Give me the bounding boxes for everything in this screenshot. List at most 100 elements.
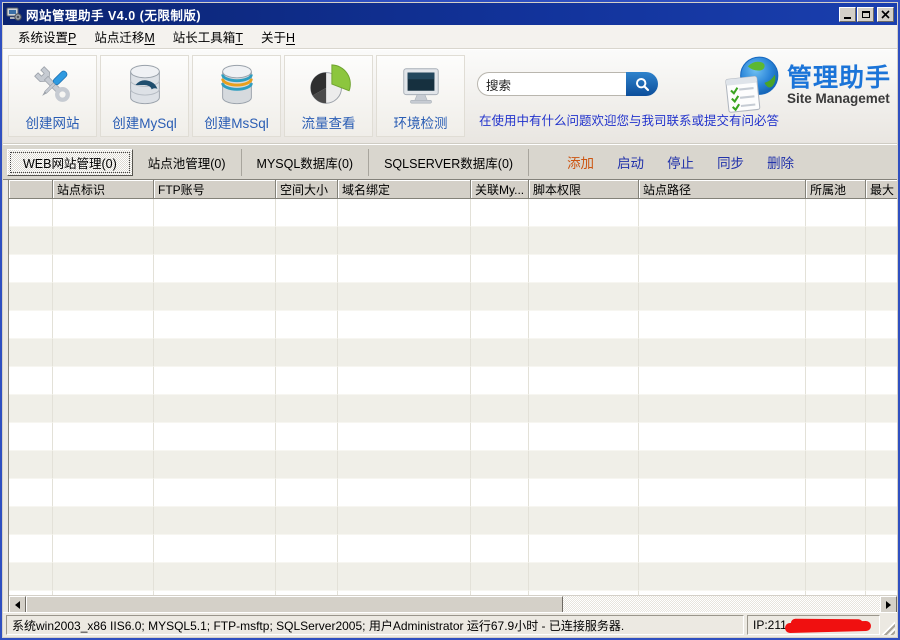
table-cell: [154, 507, 276, 535]
menu-system-settings[interactable]: 系统设置P: [9, 24, 85, 49]
table-cell: [53, 199, 154, 227]
table-cell: [806, 311, 866, 339]
scroll-left-button[interactable]: [9, 596, 26, 612]
tab-web-sites[interactable]: WEB网站管理(0): [7, 149, 133, 176]
table-row[interactable]: [9, 507, 897, 535]
minimize-button[interactable]: [839, 7, 856, 22]
column-header[interactable]: FTP账号: [154, 180, 276, 199]
site-table: 站点标识FTP账号空间大小域名绑定关联My...脚本权限站点路径所属池最大: [8, 180, 897, 612]
table-cell: [639, 451, 806, 479]
table-row[interactable]: [9, 395, 897, 423]
table-cell: [338, 507, 471, 535]
table-cell: [806, 479, 866, 507]
maximize-button[interactable]: [857, 7, 874, 22]
table-row[interactable]: [9, 283, 897, 311]
action-links: 添加 启动 停止 同步 删除: [567, 152, 817, 172]
window-title: 网站管理助手 V4.0 (无限制版): [26, 5, 838, 24]
table-cell: [154, 395, 276, 423]
table-cell: [529, 535, 639, 563]
table-cell: [806, 199, 866, 227]
table-cell: [276, 255, 338, 283]
column-header[interactable]: 关联My...: [471, 180, 529, 199]
tab-mysql-db[interactable]: MYSQL数据库(0): [242, 149, 370, 176]
table-row[interactable]: [9, 367, 897, 395]
tab-sqlserver-db[interactable]: SQLSERVER数据库(0): [369, 149, 529, 176]
table-cell: [639, 367, 806, 395]
scroll-right-button[interactable]: [880, 596, 897, 612]
table-cell: [471, 479, 529, 507]
scrollbar-track[interactable]: [563, 596, 880, 612]
table-row[interactable]: [9, 535, 897, 563]
status-bar: 系统win2003_x86 IIS6.0; MYSQL5.1; FTP-msft…: [3, 612, 897, 637]
column-header[interactable]: 域名绑定: [338, 180, 471, 199]
table-cell: [154, 535, 276, 563]
table-cell: [866, 367, 897, 395]
table-cell: [639, 255, 806, 283]
menu-site-migration[interactable]: 站点迁移M: [85, 24, 163, 49]
table-cell: [9, 311, 53, 339]
table-cell: [338, 395, 471, 423]
close-button[interactable]: [877, 7, 894, 22]
brand-logo: 管理助手 Site Managemet: [721, 54, 891, 116]
scrollbar-thumb[interactable]: [26, 596, 563, 612]
minimize-icon: [844, 17, 851, 19]
column-header[interactable]: 最大: [866, 180, 897, 199]
table-row[interactable]: [9, 423, 897, 451]
table-row[interactable]: [9, 339, 897, 367]
table-cell: [154, 479, 276, 507]
table-cell: [639, 535, 806, 563]
menu-about[interactable]: 关于H: [252, 24, 304, 49]
column-header[interactable]: 空间大小: [276, 180, 338, 199]
sync-button[interactable]: 同步: [717, 152, 744, 172]
logo-subtitle: Site Managemet: [787, 91, 891, 106]
table-cell: [866, 451, 897, 479]
traffic-view-button[interactable]: 流量查看: [284, 55, 373, 137]
column-header[interactable]: 站点路径: [639, 180, 806, 199]
column-header[interactable]: 脚本权限: [529, 180, 639, 199]
table-cell: [471, 563, 529, 591]
column-header[interactable]: 站点标识: [53, 180, 154, 199]
table-cell: [9, 507, 53, 535]
table-cell: [9, 563, 53, 591]
table-cell: [276, 311, 338, 339]
table-row[interactable]: [9, 255, 897, 283]
table-row[interactable]: [9, 563, 897, 591]
add-button[interactable]: 添加: [567, 152, 594, 172]
horizontal-scrollbar[interactable]: [9, 595, 897, 612]
create-website-button[interactable]: 创建网站: [8, 55, 97, 137]
create-mysql-button[interactable]: 创建MySql: [100, 55, 189, 137]
titlebar: 网站管理助手 V4.0 (无限制版): [3, 3, 897, 25]
table-cell: [529, 451, 639, 479]
table-cell: [9, 283, 53, 311]
resize-grip[interactable]: [880, 620, 895, 635]
column-header[interactable]: 所属池: [806, 180, 866, 199]
create-mssql-button[interactable]: 创建MsSql: [192, 55, 281, 137]
table-row[interactable]: [9, 479, 897, 507]
env-check-button[interactable]: 环境检测: [376, 55, 465, 137]
search-input[interactable]: [477, 72, 626, 96]
table-cell: [154, 283, 276, 311]
table-row[interactable]: [9, 227, 897, 255]
table-cell: [866, 535, 897, 563]
tab-app-pools[interactable]: 站点池管理(0): [133, 149, 242, 176]
table-cell: [338, 451, 471, 479]
table-row[interactable]: [9, 451, 897, 479]
table-cell: [9, 367, 53, 395]
table-cell: [53, 339, 154, 367]
table-cell: [154, 255, 276, 283]
stop-button[interactable]: 停止: [667, 152, 694, 172]
menu-webmaster-toolbox[interactable]: 站长工具箱T: [164, 24, 252, 49]
table-cell: [9, 255, 53, 283]
table-cell: [806, 395, 866, 423]
delete-button[interactable]: 删除: [767, 152, 794, 172]
column-header[interactable]: [9, 180, 53, 199]
start-button[interactable]: 启动: [617, 152, 644, 172]
table-cell: [276, 199, 338, 227]
table-row[interactable]: [9, 199, 897, 227]
search-button[interactable]: [626, 72, 658, 96]
ip-redaction-mark: [785, 621, 871, 633]
table-cell: [9, 479, 53, 507]
table-row[interactable]: [9, 311, 897, 339]
status-system-info: 系统win2003_x86 IIS6.0; MYSQL5.1; FTP-msft…: [6, 615, 744, 635]
table-cell: [9, 451, 53, 479]
